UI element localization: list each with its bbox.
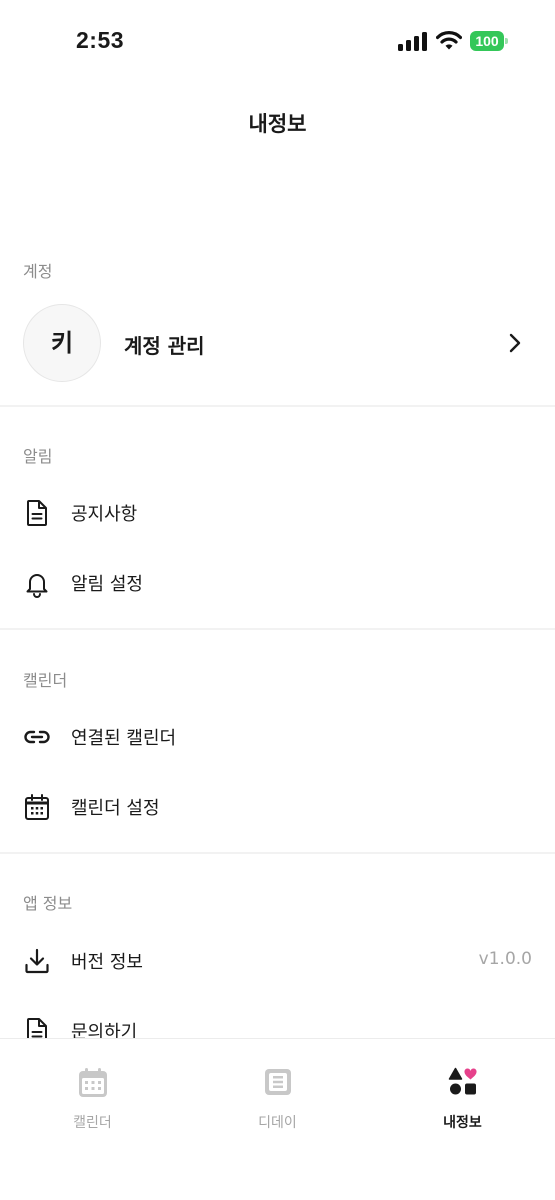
bottom-tab-bar: 캘린더 디데이 내정보 xyxy=(0,1038,555,1200)
menu-item-notices[interactable]: 공지사항 xyxy=(0,482,555,542)
shapes-heart-icon xyxy=(448,1067,477,1095)
battery-level: 100 xyxy=(470,31,504,51)
divider xyxy=(0,852,555,854)
account-management-label: 계정 관리 xyxy=(124,334,205,358)
tab-label: 캘린더 xyxy=(73,1115,112,1131)
calendar-icon xyxy=(25,794,49,820)
account-management-row[interactable]: 키 계정 관리 xyxy=(0,300,555,388)
tab-dday[interactable]: 디데이 xyxy=(185,1039,370,1159)
menu-item-notification-settings[interactable]: 알림 설정 xyxy=(0,552,555,612)
menu-item-calendar-settings[interactable]: 캘린더 설정 xyxy=(0,776,555,836)
signal-icon xyxy=(398,31,428,51)
tab-label: 디데이 xyxy=(258,1115,297,1131)
download-icon xyxy=(25,948,49,974)
tab-calendar[interactable]: 캘린더 xyxy=(0,1039,185,1159)
section-title-calendar: 캘린더 xyxy=(23,671,68,690)
divider xyxy=(0,628,555,630)
menu-item-linked-calendars[interactable]: 연결된 캘린더 xyxy=(0,706,555,766)
menu-item-label: 버전 정보 xyxy=(71,952,143,973)
chevron-right-icon xyxy=(509,333,521,353)
menu-item-label: 공지사항 xyxy=(71,504,138,525)
status-bar: 2:53 100 xyxy=(0,0,555,84)
tab-label: 내정보 xyxy=(443,1115,482,1131)
menu-item-version-info[interactable]: 버전 정보 v1.0.0 xyxy=(0,930,555,990)
calendar-icon xyxy=(79,1068,107,1097)
page-title: 내정보 xyxy=(248,112,307,136)
link-icon xyxy=(24,730,50,744)
wifi-icon xyxy=(436,31,462,50)
document-icon xyxy=(27,500,47,526)
list-icon xyxy=(265,1069,291,1095)
divider xyxy=(0,405,555,407)
bell-icon xyxy=(26,574,48,598)
menu-item-label: 캘린더 설정 xyxy=(71,798,160,819)
section-title-notifications: 알림 xyxy=(23,447,53,466)
section-title-account: 계정 xyxy=(23,262,53,281)
avatar: 키 xyxy=(23,304,101,382)
menu-item-label: 알림 설정 xyxy=(71,574,143,595)
version-value: v1.0.0 xyxy=(478,949,532,969)
menu-item-label: 연결된 캘린더 xyxy=(71,728,177,749)
section-title-app-info: 앱 정보 xyxy=(23,894,73,913)
tab-my-info[interactable]: 내정보 xyxy=(370,1039,555,1159)
battery-icon: 100 xyxy=(470,31,508,51)
status-time: 2:53 xyxy=(76,27,125,53)
